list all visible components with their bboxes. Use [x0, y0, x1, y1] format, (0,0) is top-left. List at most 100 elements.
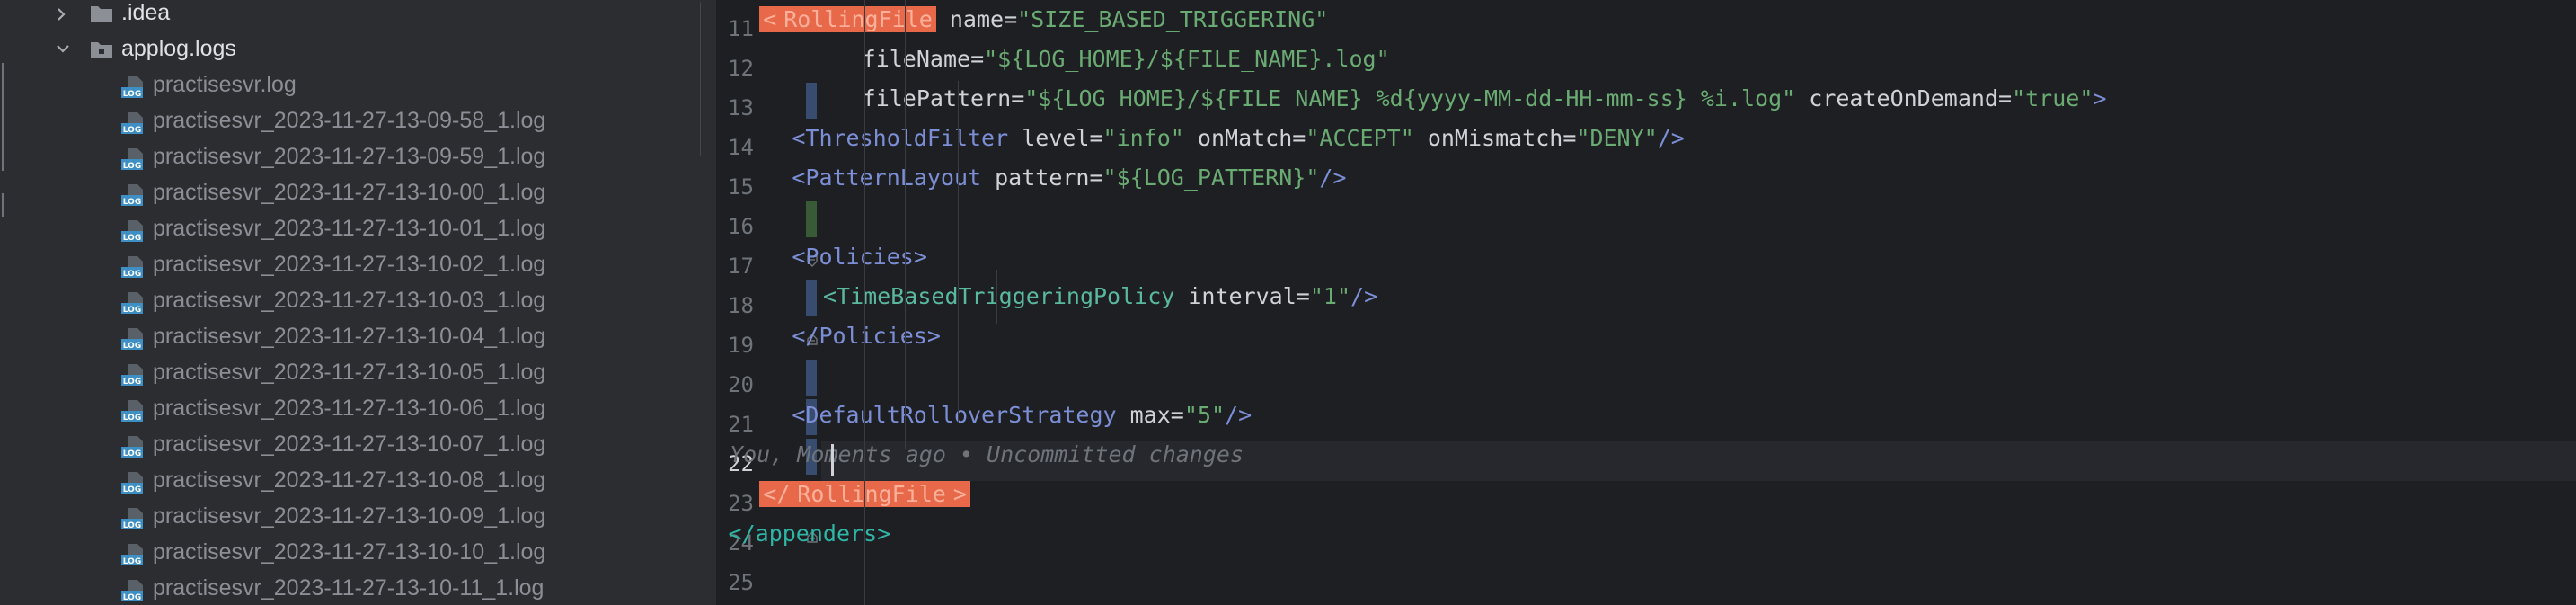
svg-text:LOG: LOG: [123, 593, 141, 602]
tree-item-label: practisesvr_2023-11-27-13-10-00_1.log: [153, 180, 546, 205]
code-line[interactable]: <TimeBasedTriggeringPolicy interval="1"/…: [823, 277, 1377, 316]
indent-guide: [905, 0, 906, 449]
code-token: onMatch: [1183, 125, 1293, 151]
line-number: 14: [728, 135, 754, 160]
code-line[interactable]: <PatternLayout pattern="${LOG_PATTERN}"/…: [792, 158, 1346, 198]
code-token: "${LOG_HOME}/${FILE_NAME}.log": [984, 46, 1390, 72]
tree-item-log-file[interactable]: LOG practisesvr_2023-11-27-13-10-00_1.log: [11, 176, 701, 212]
svg-text:LOG: LOG: [123, 126, 141, 135]
code-token: "${LOG_PATTERN}": [1102, 165, 1320, 191]
code-token: </: [728, 520, 756, 547]
text-caret: [831, 444, 834, 476]
code-token: name: [935, 6, 1005, 32]
log-file-icon: LOG: [120, 435, 144, 458]
code-token: "info": [1102, 125, 1184, 151]
code-token: filePattern: [862, 85, 1012, 111]
code-token: =: [1004, 6, 1018, 32]
tree-item-log-file[interactable]: LOG practisesvr_2023-11-27-13-10-03_1.log: [11, 284, 701, 320]
ide-window: .idea applog.logs LOG practisesvr.log LOG pra…: [0, 0, 2576, 605]
tree-item-log-file[interactable]: LOG practisesvr_2023-11-27-13-10-04_1.log: [11, 320, 701, 356]
tree-item-label: practisesvr_2023-11-27-13-10-10_1.log: [153, 539, 546, 565]
code-token: Policies: [805, 244, 914, 270]
code-token: createOnDemand: [1795, 85, 1998, 111]
svg-text:LOG: LOG: [123, 306, 141, 315]
vcs-modified-marker[interactable]: [806, 280, 817, 316]
indent-guide: [864, 0, 865, 605]
tree-item-log-file[interactable]: LOG practisesvr_2023-11-27-13-10-10_1.log: [11, 536, 701, 572]
blame-text: You, Moments ago • Uncommitted changes: [730, 441, 1244, 467]
svg-text:LOG: LOG: [123, 162, 141, 171]
svg-text:LOG: LOG: [123, 449, 141, 458]
tree-item-label: practisesvr_2023-11-27-13-10-02_1.log: [153, 252, 546, 277]
code-token: >: [2093, 85, 2107, 111]
tree-item-folder[interactable]: applog.logs: [11, 32, 701, 68]
code-token: TimeBasedTriggeringPolicy: [837, 283, 1175, 309]
code-line[interactable]: <Policies>: [792, 237, 927, 277]
tree-item-log-file[interactable]: LOG practisesvr_2023-11-27-13-09-59_1.log: [11, 140, 701, 176]
svg-text:LOG: LOG: [123, 485, 141, 494]
code-token: </: [759, 481, 794, 507]
log-file-icon: LOG: [120, 399, 144, 423]
tree-scrollbar-thumb[interactable]: [700, 0, 701, 157]
project-tree[interactable]: .idea applog.logs LOG practisesvr.log LOG pra…: [11, 0, 701, 605]
tree-item-label: practisesvr_2023-11-27-13-10-08_1.log: [153, 467, 546, 493]
code-token: "1": [1309, 283, 1351, 309]
code-token: RollingFile: [780, 6, 936, 32]
code-token: =: [1562, 125, 1577, 151]
code-token: <: [759, 6, 781, 32]
chevron-down-icon[interactable]: [52, 32, 74, 68]
log-file-icon: LOG: [120, 255, 144, 279]
code-line[interactable]: filePattern="${LOG_HOME}/${FILE_NAME}_%d…: [863, 79, 2107, 119]
tree-item-label: practisesvr_2023-11-27-13-10-04_1.log: [153, 324, 546, 349]
log-file-icon: LOG: [120, 543, 144, 566]
code-line[interactable]: </appenders>: [729, 514, 891, 554]
tree-item-log-file[interactable]: LOG practisesvr_2023-11-27-13-10-08_1.log: [11, 464, 701, 500]
tree-item-log-file[interactable]: LOG practisesvr_2023-11-27-13-10-06_1.log: [11, 392, 701, 428]
tree-item-log-file[interactable]: LOG practisesvr_2023-11-27-13-10-01_1.log: [11, 212, 701, 248]
vcs-modified-marker[interactable]: [806, 83, 817, 119]
code-line[interactable]: < RollingFile name="SIZE_BASED_TRIGGERING…: [759, 0, 1328, 40]
code-token: =: [1089, 165, 1103, 191]
tree-item-label: practisesvr_2023-11-27-13-10-07_1.log: [153, 432, 546, 457]
code-token: <: [792, 402, 806, 428]
tree-item-log-file[interactable]: LOG practisesvr.log: [11, 68, 701, 104]
svg-text:LOG: LOG: [123, 557, 141, 566]
tree-item-label: practisesvr_2023-11-27-13-10-11_1.log: [153, 575, 544, 601]
code-editor[interactable]: 11 12 13 14 15 16 17 18 19 20 21 22 23 24 25 < RollingF…: [716, 0, 2576, 605]
tree-item-log-file[interactable]: LOG practisesvr_2023-11-27-13-10-07_1.log: [11, 428, 701, 464]
log-file-icon: LOG: [120, 327, 144, 351]
code-line[interactable]: <DefaultRolloverStrategy max="5"/>: [792, 396, 1252, 435]
code-line[interactable]: </Policies>: [792, 316, 941, 356]
line-number: 17: [728, 254, 754, 279]
chevron-right-icon[interactable]: [52, 0, 74, 32]
tree-item-log-file[interactable]: LOG practisesvr_2023-11-27-13-09-58_1.log: [11, 104, 701, 140]
vcs-modified-marker[interactable]: [806, 360, 817, 396]
inline-blame-annotation[interactable]: You, Moments ago • Uncommitted changes: [730, 435, 1244, 475]
line-number: 11: [728, 16, 754, 41]
code-token: ThresholdFilter: [805, 125, 1009, 151]
code-token: =: [1292, 125, 1306, 151]
code-token: =: [1998, 85, 2013, 111]
code-token: "true": [2012, 85, 2094, 111]
line-number: 12: [728, 56, 754, 81]
log-file-icon: LOG: [120, 111, 144, 135]
code-line[interactable]: fileName="${LOG_HOME}/${FILE_NAME}.log": [863, 40, 1390, 79]
code-token: level: [1008, 125, 1090, 151]
code-token: =: [1170, 402, 1184, 428]
log-file-icon: LOG: [120, 363, 144, 387]
tree-item-log-file[interactable]: LOG practisesvr_2023-11-27-13-10-05_1.log: [11, 356, 701, 392]
project-tool-tab[interactable]: [2, 63, 4, 171]
tree-item-folder[interactable]: .idea: [11, 0, 701, 32]
tree-item-label: practisesvr.log: [153, 72, 297, 97]
tree-item-log-file[interactable]: LOG practisesvr_2023-11-27-13-10-02_1.log: [11, 248, 701, 284]
tree-item-log-file[interactable]: LOG practisesvr_2023-11-27-13-10-11_1.log: [11, 572, 701, 605]
tool-tab-marker[interactable]: [2, 193, 4, 217]
log-file-icon: LOG: [120, 219, 144, 243]
code-token: />: [1319, 165, 1347, 191]
code-token: >: [949, 481, 970, 507]
vcs-added-marker[interactable]: [806, 201, 817, 237]
tree-item-log-file[interactable]: LOG practisesvr_2023-11-27-13-10-09_1.log: [11, 500, 701, 536]
tree-item-label: practisesvr_2023-11-27-13-09-59_1.log: [153, 144, 546, 169]
code-line[interactable]: <ThresholdFilter level="info" onMatch="A…: [792, 119, 1685, 158]
line-number: 25: [728, 570, 754, 595]
